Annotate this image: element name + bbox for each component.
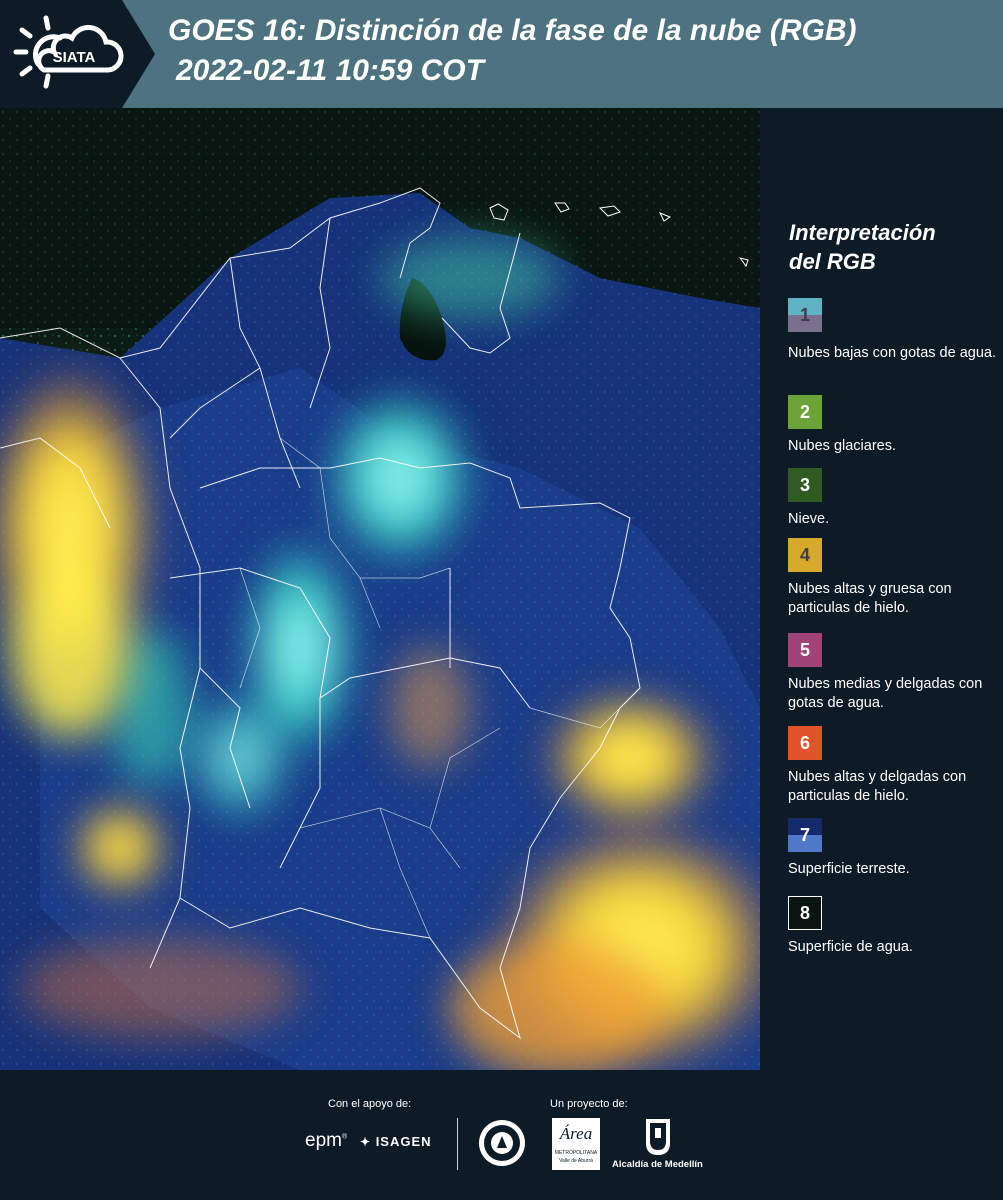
area-logo-subtitle2: Valle de Aburrá (559, 1158, 593, 1164)
alcaldia-label: Alcaldía de Medellín (612, 1159, 703, 1170)
alcaldia-shield-icon (646, 1119, 670, 1155)
legend-number-8: 8 (799, 902, 810, 923)
area-logo-text: Área (559, 1124, 593, 1143)
legend-number-4: 4 (799, 544, 810, 565)
support-label: Con el apoyo de: (328, 1098, 412, 1110)
epm-logo-text: epm (305, 1130, 342, 1151)
logo-text: SIATA (53, 49, 96, 66)
legend-label-3: Nieve. (788, 511, 830, 527)
legend-number-2: 2 (799, 401, 810, 422)
legend-label-6: Nubes altas y delgadas con particulas de… (788, 769, 967, 804)
page-title: GOES 16: Distinción de la fase de la nub… (168, 14, 857, 47)
header-bar: SIATA GOES 16: Distinción de la fase de … (0, 0, 1003, 108)
rgb-legend-panel: Interpretación del RGB 1 Nubes bajas con… (760, 108, 1003, 1070)
legend-label-8: Superficie de agua. (788, 939, 913, 955)
rgb-satellite-image (0, 108, 760, 1070)
satellite-map[interactable] (0, 108, 760, 1070)
legend-swatch-6: 6 (788, 726, 822, 760)
legend-label-1: Nubes bajas con gotas de agua. (788, 345, 996, 361)
legend-title-line2: del RGB (789, 249, 876, 274)
legend-label-2: Nubes glaciares. (788, 438, 896, 454)
legend-label-5: Nubes medias y delgadas con gotas de agu… (788, 676, 983, 711)
legend-number-3: 3 (799, 474, 810, 495)
isagen-icon: ✦ (360, 1135, 372, 1149)
epm-logo: epm® (305, 1130, 348, 1151)
project-label: Un proyecto de: (550, 1098, 628, 1110)
legend-number-1: 1 (799, 304, 810, 325)
legend-label-4: Nubes altas y gruesa con particulas de h… (788, 581, 952, 616)
siata-logo: SIATA (0, 0, 155, 108)
legend-swatch-3: 3 (788, 468, 822, 502)
medellin-seal-icon (479, 1120, 525, 1166)
footer-sponsors: Con el apoyo de: Un proyecto de: epm® ✦ … (0, 1070, 1003, 1200)
sun-cloud-icon: SIATA (13, 15, 124, 89)
legend-title-line1: Interpretación (789, 220, 936, 245)
legend-swatch-2: 2 (788, 395, 822, 429)
legend-number-6: 6 (799, 732, 810, 753)
isagen-logo-text: ISAGEN (375, 1134, 432, 1149)
area-metropolitana-logo: Área METROPOLITANA Valle de Aburrá (552, 1118, 600, 1170)
legend-swatch-7: 7 (788, 818, 822, 852)
legend-label-7: Superficie terreste. (788, 861, 910, 877)
page-subtitle-date: 2022-02-11 10:59 COT (176, 54, 484, 87)
footer-divider (457, 1118, 458, 1170)
legend-swatch-1: 1 (788, 298, 822, 332)
legend-title: Interpretación del RGB (789, 218, 989, 276)
legend-swatch-5: 5 (788, 633, 822, 667)
legend-number-7: 7 (799, 824, 810, 845)
isagen-logo: ✦ ISAGEN (360, 1134, 432, 1149)
legend-swatch-8: 8 (788, 896, 822, 930)
legend-number-5: 5 (799, 639, 810, 660)
legend-swatch-4: 4 (788, 538, 822, 572)
area-logo-subtitle: METROPOLITANA (554, 1150, 598, 1156)
